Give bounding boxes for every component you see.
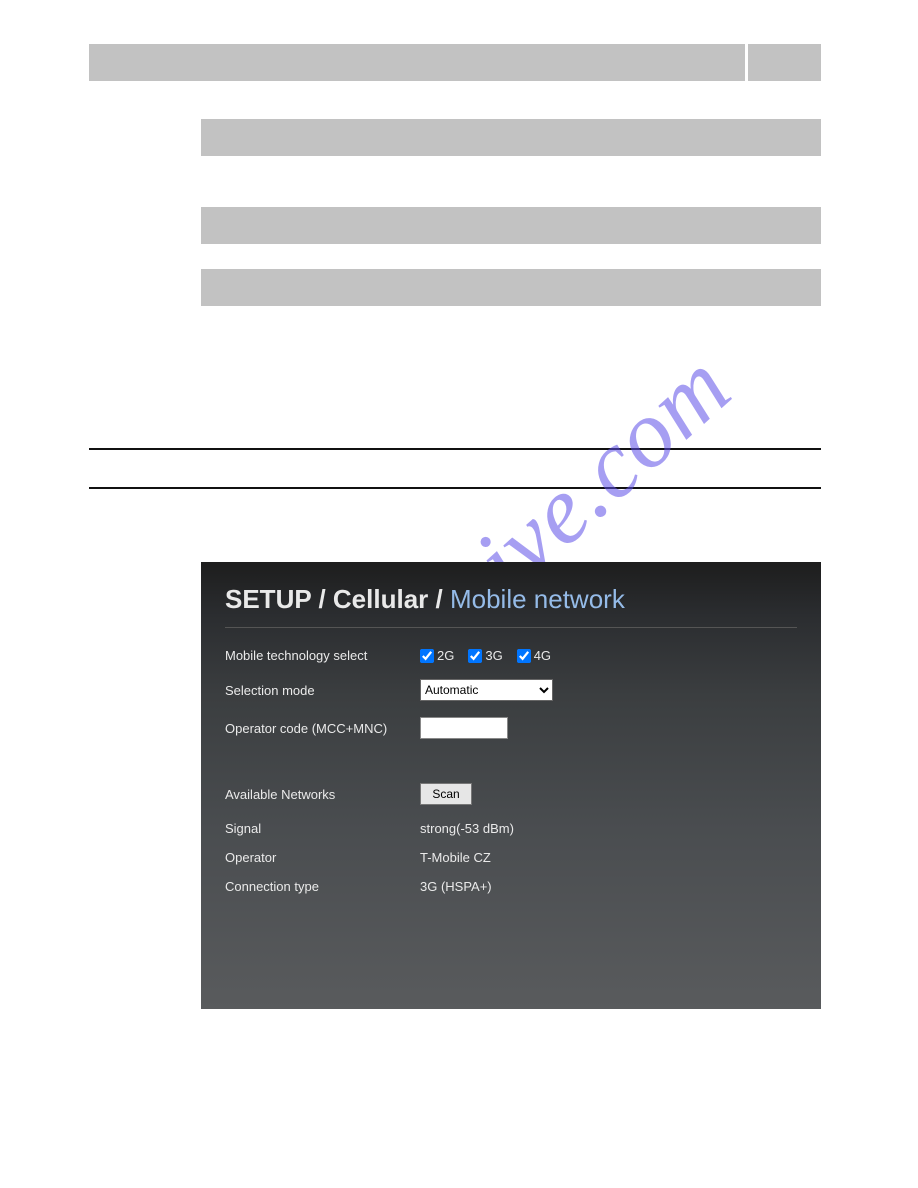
breadcrumb-sep: / — [318, 584, 332, 614]
breadcrumb-cellular: Cellular — [333, 584, 428, 614]
mobile-tech-label: Mobile technology select — [225, 648, 420, 663]
breadcrumb-setup: SETUP — [225, 584, 311, 614]
operator-code-input[interactable] — [420, 717, 508, 739]
checkbox-3g[interactable]: 3G — [468, 648, 502, 663]
checkbox-4g-input[interactable] — [517, 649, 531, 663]
checkbox-3g-input[interactable] — [468, 649, 482, 663]
divider — [89, 448, 821, 450]
selection-mode-select[interactable]: Automatic — [420, 679, 553, 701]
available-networks-label: Available Networks — [225, 787, 420, 802]
checkbox-3g-label: 3G — [485, 648, 502, 663]
checkbox-2g-input[interactable] — [420, 649, 434, 663]
selection-mode-label: Selection mode — [225, 683, 420, 698]
operator-value: T-Mobile CZ — [420, 850, 491, 865]
placeholder-bar — [201, 119, 821, 156]
signal-label: Signal — [225, 821, 420, 836]
operator-label: Operator — [225, 850, 420, 865]
mobile-network-panel: SETUP / Cellular / Mobile network Mobile… — [201, 562, 821, 1009]
operator-code-label: Operator code (MCC+MNC) — [225, 721, 420, 736]
checkbox-2g-label: 2G — [437, 648, 454, 663]
checkbox-2g[interactable]: 2G — [420, 648, 454, 663]
divider — [89, 487, 821, 489]
placeholder-bar — [201, 207, 821, 244]
placeholder-bar — [201, 269, 821, 306]
scan-button[interactable]: Scan — [420, 783, 472, 805]
panel-breadcrumb: SETUP / Cellular / Mobile network — [225, 584, 797, 628]
checkbox-4g-label: 4G — [534, 648, 551, 663]
signal-value: strong(-53 dBm) — [420, 821, 514, 836]
breadcrumb-mobile-network: Mobile network — [450, 584, 625, 614]
checkbox-4g[interactable]: 4G — [517, 648, 551, 663]
placeholder-bar — [89, 44, 745, 81]
connection-type-value: 3G (HSPA+) — [420, 879, 492, 894]
connection-type-label: Connection type — [225, 879, 420, 894]
placeholder-bar — [748, 44, 821, 81]
breadcrumb-sep: / — [436, 584, 450, 614]
